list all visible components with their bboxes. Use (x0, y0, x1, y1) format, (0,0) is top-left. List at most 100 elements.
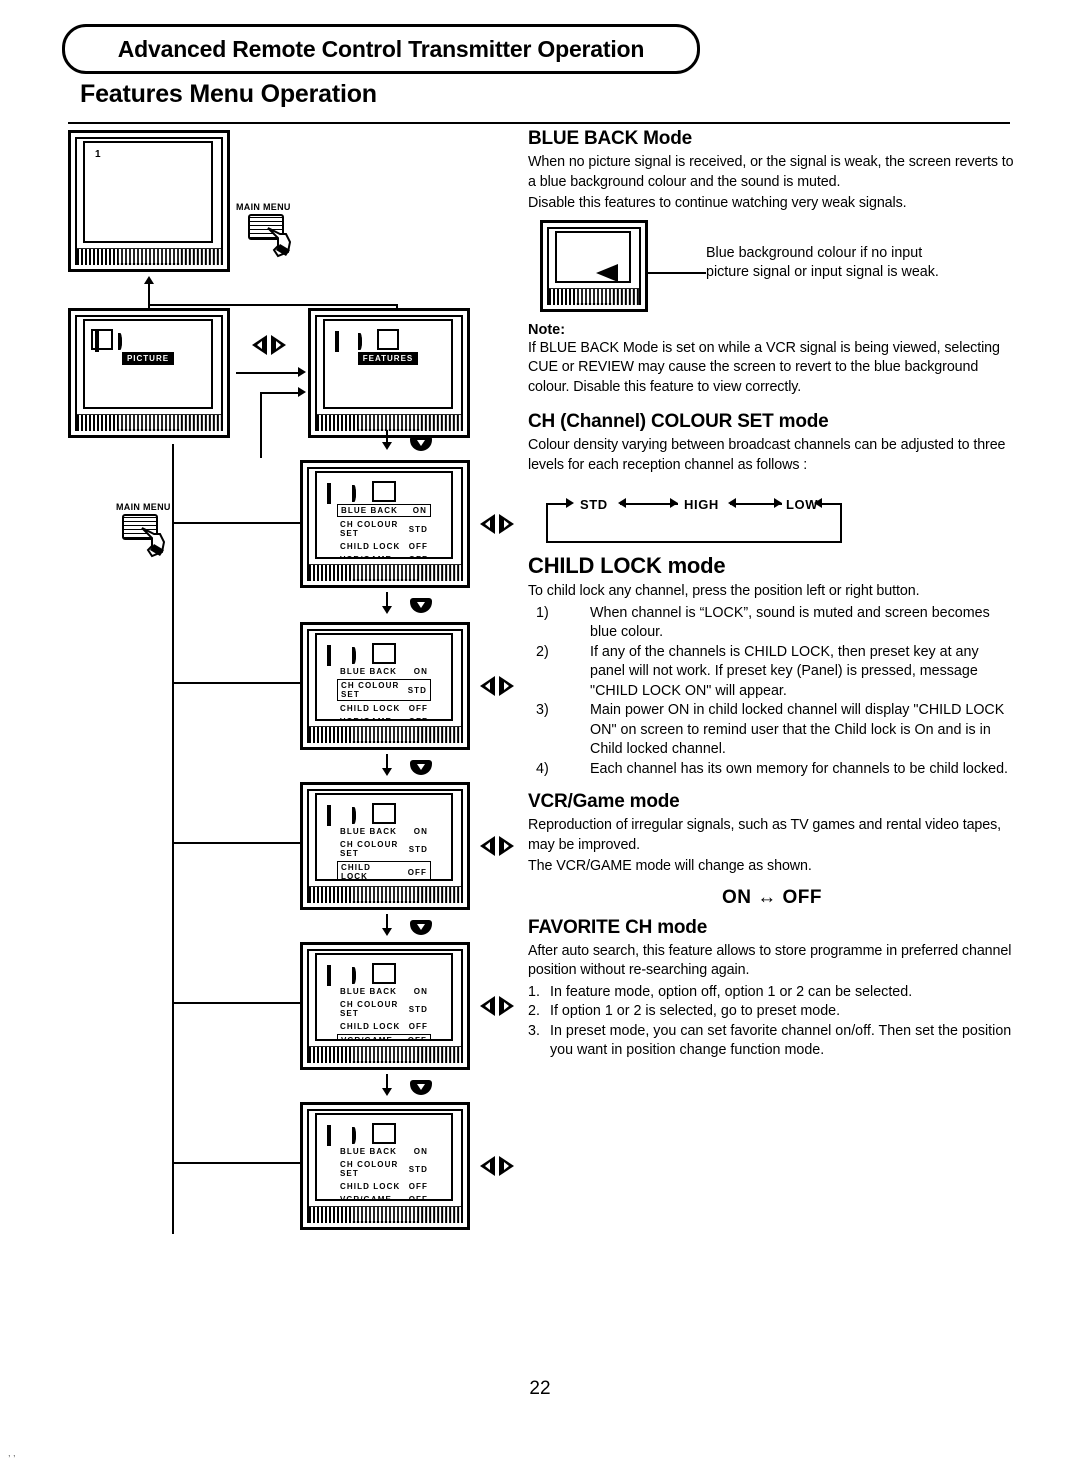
option-row-child-lock[interactable]: CHILD LOCK OFF (337, 1021, 431, 1032)
option-value: ON (413, 1147, 428, 1156)
features-icon[interactable] (372, 963, 396, 984)
option-value: ON (413, 987, 428, 996)
picture-icon[interactable] (327, 1125, 343, 1146)
features-icon[interactable] (372, 481, 396, 502)
option-row-vcr-game[interactable]: VCR/GAME OFF (337, 554, 431, 557)
timer-icon[interactable] (401, 1127, 417, 1140)
feature-option-list: BLUE BACK ON CH COLOUR SET STD CHILD LOC… (327, 666, 441, 719)
option-row-child-lock[interactable]: CHILD LOCK OFF (337, 541, 431, 552)
flow-line (386, 430, 388, 444)
picture-icon[interactable] (327, 805, 343, 826)
option-label: BLUE BACK (341, 506, 399, 515)
tuning-icon[interactable] (425, 807, 441, 820)
heading-vcr-game: VCR/Game mode (528, 791, 680, 812)
timer-icon[interactable] (164, 333, 178, 346)
picture-icon[interactable] (335, 331, 349, 352)
note-body: If BLUE BACK Mode is set on while a VCR … (528, 339, 1000, 395)
content-column: BLUE BACK Mode When no picture signal is… (528, 128, 1016, 1061)
option-row-blue-back[interactable]: BLUE BACK ON (337, 1146, 431, 1157)
option-row-child-lock[interactable]: CHILD LOCK OFF (337, 703, 431, 714)
flow-line (172, 842, 302, 844)
callout-line-2: picture signal or input signal is weak. (706, 264, 939, 280)
timer-icon[interactable] (401, 967, 417, 980)
down-key-icon[interactable] (410, 598, 432, 613)
left-right-key-icon[interactable] (252, 335, 286, 355)
option-value: STD (408, 844, 428, 854)
features-icon[interactable] (372, 803, 396, 824)
audio-icon[interactable] (351, 647, 368, 664)
timer-icon[interactable] (404, 333, 418, 346)
option-value: OFF (408, 1022, 428, 1031)
list-marker: 4) (536, 760, 549, 777)
features-icon[interactable] (141, 333, 155, 346)
option-row-blue-back[interactable]: BLUE BACK ON (337, 504, 431, 517)
favorite-ch-list: 1. In feature mode, option off, option 1 … (528, 983, 1016, 1061)
option-value: STD (407, 685, 427, 695)
blue-back-illustration: Blue background colour if no input pictu… (528, 219, 1016, 316)
option-row-vcr-game[interactable]: VCR/GAME OFF (337, 1194, 431, 1199)
picture-icon[interactable] (327, 645, 343, 666)
option-row-ch-colour-set[interactable]: CH COLOUR SET STD (337, 679, 431, 701)
audio-icon[interactable] (351, 485, 368, 502)
features-icon[interactable] (372, 1123, 396, 1144)
list-text: When channel is “LOCK”, sound is muted a… (590, 604, 990, 641)
down-key-icon[interactable] (410, 436, 432, 451)
option-row-blue-back[interactable]: BLUE BACK ON (337, 986, 431, 997)
features-icon[interactable] (377, 329, 399, 350)
left-right-key-icon[interactable] (480, 1156, 514, 1176)
menu-flow-diagram: 1 MAIN MENU PICTURE FEATURES BLUE BACK O… (60, 130, 514, 1250)
flow-arrow-down (382, 768, 392, 776)
tuning-icon[interactable] (187, 333, 201, 346)
tuning-icon[interactable] (425, 1127, 441, 1140)
left-right-key-icon[interactable] (480, 996, 514, 1016)
option-label: CH COLOUR SET (340, 1000, 399, 1018)
audio-icon[interactable] (351, 967, 368, 984)
option-row-ch-colour-set[interactable]: CH COLOUR SET STD (337, 839, 431, 859)
tuning-icon[interactable] (425, 647, 441, 660)
option-label: BLUE BACK (340, 1147, 398, 1156)
tuning-icon[interactable] (427, 333, 441, 346)
option-row-vcr-game[interactable]: VCR/GAME OFF (337, 1034, 431, 1041)
picture-icon[interactable] (327, 965, 343, 986)
tuning-icon[interactable] (425, 967, 441, 980)
down-key-icon[interactable] (410, 1080, 432, 1095)
option-label: CHILD LOCK (341, 863, 371, 881)
option-value: OFF (407, 1036, 427, 1041)
callout-line-1: Blue background colour if no input (706, 244, 923, 261)
audio-icon[interactable] (358, 333, 372, 350)
audio-icon[interactable] (351, 1127, 368, 1144)
tv-features-menu: FEATURES (308, 308, 470, 438)
option-label: CH COLOUR SET (340, 840, 399, 858)
option-row-ch-colour-set[interactable]: CH COLOUR SET STD (337, 519, 431, 539)
flow-bus-line (172, 444, 174, 1234)
option-row-ch-colour-set[interactable]: CH COLOUR SET STD (337, 1159, 431, 1179)
option-row-vcr-game[interactable]: VCR/GAME OFF (337, 716, 431, 719)
left-right-key-icon[interactable] (480, 514, 514, 534)
tuning-icon[interactable] (425, 485, 441, 498)
timer-icon[interactable] (401, 647, 417, 660)
feature-option-list: BLUE BACK ON CH COLOUR SET STD CHILD LOC… (327, 1146, 441, 1199)
blue-back-paragraph-1: When no picture signal is received, or t… (528, 154, 1014, 190)
option-row-blue-back[interactable]: BLUE BACK ON (337, 826, 431, 837)
option-row-blue-back[interactable]: BLUE BACK ON (337, 666, 431, 677)
option-row-child-lock[interactable]: CHILD LOCK OFF (337, 1181, 431, 1192)
flow-line (260, 392, 298, 394)
features-icon[interactable] (372, 643, 396, 664)
favorite-ch-paragraph: After auto search, this feature allows t… (528, 942, 1012, 979)
heading-ch-colour-set: CH (Channel) COLOUR SET mode (528, 411, 829, 432)
tv-blue-back-screen: BLUE BACK ON CH COLOUR SET STD CHILD LOC… (300, 460, 470, 588)
option-row-ch-colour-set[interactable]: CH COLOUR SET STD (337, 999, 431, 1019)
audio-icon[interactable] (118, 333, 132, 350)
picture-icon[interactable] (91, 329, 113, 352)
list-text: If option 1 or 2 is selected, go to pres… (550, 1003, 841, 1019)
audio-icon[interactable] (351, 807, 368, 824)
down-key-icon[interactable] (410, 760, 432, 775)
timer-icon[interactable] (401, 807, 417, 820)
down-key-icon[interactable] (410, 920, 432, 935)
timer-icon[interactable] (401, 485, 417, 498)
option-row-child-lock[interactable]: CHILD LOCK OFF (337, 861, 431, 881)
left-right-key-icon[interactable] (480, 676, 514, 696)
left-right-key-icon[interactable] (480, 836, 514, 856)
osd-icon-row (91, 329, 201, 352)
picture-icon[interactable] (327, 483, 343, 504)
